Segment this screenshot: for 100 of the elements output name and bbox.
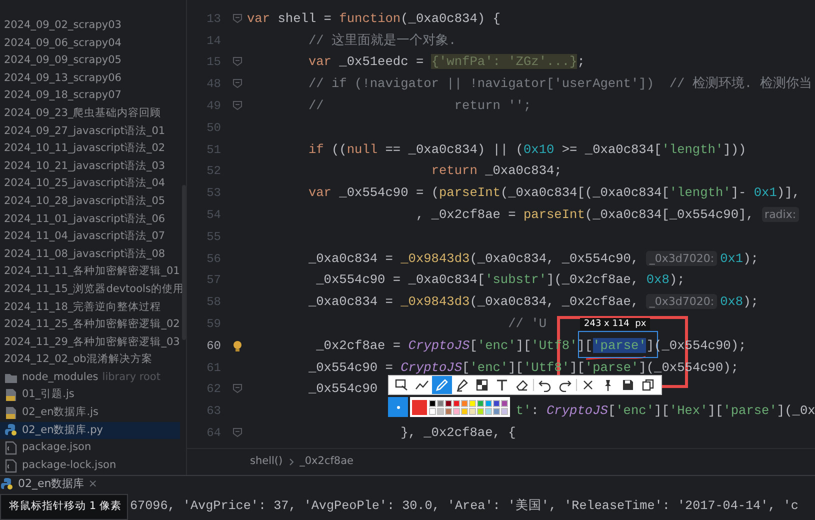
text-tool-icon [495,378,509,392]
code-line: , _0x2cf8ae = parseInt(_0xa0c834[_0x554c90], radix: [416,207,802,224]
chevron-icon [288,458,294,466]
color-swatch[interactable] [493,400,500,406]
color-swatch[interactable] [469,408,476,414]
file-name: 2024_11_25_各种加密解密逻辑_02 [4,317,180,332]
fold-icon [232,12,242,25]
file-name: 2024_11_11_各种加密解密逻辑_01 [4,264,180,280]
current-color-swatch[interactable] [412,400,427,414]
code-line: t': CryptoJS['enc']['Hex']['parse'](_0x [516,403,815,420]
file-name: 2024_10_11_javascript语法_02 [4,141,166,156]
fold-icon [232,56,242,68]
color-swatch[interactable] [429,408,436,414]
console-output: 67096, 'AvgPrice': 37, 'AvgPeoPle': 30.0, 'Area': '美国', 'ReleaseTime': '2017-04-14', 'c [130,498,800,515]
file-tree-item[interactable]: 01_引题.js [0,386,180,404]
fold-icon [232,383,242,396]
file-name: 2024_09_23_爬虫基础内容回顾 [4,106,162,121]
file-name: 2024_11_08_javascript语法_08 [4,246,166,262]
color-swatch[interactable] [445,408,452,414]
file-tree-item[interactable]: 2024_09_18_scrapy07 [0,87,180,105]
code-line: // 这里面就是一个对象. [308,32,456,49]
file-tree-item[interactable]: 2024_10_11_javascript语法_02 [0,140,180,158]
file-name: 2024_09_06_scrapy04 [4,36,122,51]
file-tree-item[interactable]: 02_en数据库.js [0,404,180,422]
file-tree-item[interactable]: 02_en数据库.py [0,422,180,440]
color-swatch[interactable] [461,400,468,406]
color-swatch[interactable] [429,400,436,406]
color-swatch[interactable] [461,408,468,414]
file-tree-item[interactable]: 2024_09_23_爬虫基础内容回顾 [0,104,180,123]
file-tree-item[interactable]: 2024_10_28_javascript语法_05 [0,192,180,211]
color-swatch[interactable] [501,400,508,406]
file-tree-item[interactable]: 2024_11_29_各种加密解密逻辑_03 [0,334,180,352]
file-name: 01_引题.js [22,387,74,402]
size-label: 243 x 114 px [580,318,650,330]
file-tree-item[interactable]: 2024_11_08_javascript语法_08 [0,246,180,264]
file-name: 02_en数据库.js [22,405,98,420]
file-name: node_modules [22,370,98,385]
file-tree-item[interactable]: 2024_11_04_javascript语法_07 [0,228,180,246]
code-line: }, _0x2cf8ae, { [400,425,516,442]
file-tree-item[interactable]: package-lock.json [0,456,180,474]
python-file-icon [0,477,14,491]
file-tree-item[interactable]: 2024_09_09_scrapy05 [0,52,180,70]
color-swatch[interactable] [437,400,444,406]
file-name: 2024_12_02_ob混淆解决方案 [4,352,152,368]
library-root-note: library root [102,370,160,385]
code-line: if ((null == _0xa0c834) || (0x10 >= _0xa0c834['length'])) [308,142,746,158]
mosaic-tool-icon [475,378,489,392]
redo-icon [558,378,572,392]
json-file-icon [4,441,18,456]
file-tree-item[interactable]: 2024_11_01_javascript语法_06 [0,210,180,228]
color-swatch[interactable] [477,408,484,414]
color-swatch[interactable] [453,400,460,406]
file-tree-item[interactable]: 2024_12_02_ob混淆解决方案 [0,351,180,369]
code-line: _0x554c90 [308,381,378,398]
save-icon [621,378,635,392]
lightbulb-icon [232,340,242,352]
code-line: var shell = function(_0xa0c834) { [247,10,500,27]
file-name: 2024_09_18_scrapy07 [4,88,122,104]
color-swatch[interactable] [485,400,492,406]
code-line: // return ''; [308,98,532,114]
pen-tool-button[interactable] [432,376,452,394]
file-tree-item[interactable]: 2024_11_11_各种加密解密逻辑_01 [0,263,180,281]
run-tab[interactable]: 02_en数据库 [18,476,84,492]
close-tab-button[interactable]: × [88,476,98,492]
breadcrumb-item[interactable]: shell() [250,454,283,470]
file-tree-item[interactable]: 2024_10_21_javascript语法_03 [0,158,180,176]
file-tree-item[interactable]: node_modules library root [0,368,180,386]
file-tree-item[interactable]: 2024_09_13_scrapy06 [0,70,180,88]
polyline-tool-icon [415,378,429,392]
eraser-icon [515,378,529,392]
code-line: var _0x554c90 = (parseInt(_0xa0c834[(_0xa0c834['length']- 0x1)], [308,185,800,202]
color-swatch[interactable] [493,408,500,414]
breadcrumb-item[interactable]: _0x2cf8ae [300,454,354,470]
code-line: // 'U [508,316,547,332]
file-tree-item[interactable]: 2024_10_25_javascript语法_04 [0,175,180,193]
undo-icon [538,378,552,392]
file-name: 2024_11_18_完善逆向整体过程 [4,300,162,314]
color-swatch[interactable] [477,400,484,406]
color-swatch[interactable] [437,408,444,414]
color-swatch[interactable] [445,400,452,406]
file-tree-item[interactable]: package.json [0,439,180,457]
file-tree-item[interactable]: 2024_11_25_各种加密解密逻辑_02 [0,316,180,334]
marker-tool-icon [455,378,469,392]
color-swatch[interactable] [469,400,476,406]
file-tree-item[interactable]: 2024_09_02_scrapy03 [0,17,180,35]
file-name: 2024_09_02_scrapy03 [4,18,122,33]
color-swatch[interactable] [485,408,492,414]
color-swatch[interactable] [501,408,508,414]
code-line: var _0x51eedc = {'wnfPa': 'ZGz'...}; [308,54,585,70]
code-line: _0xa0c834 = _0x9843d3(_0xa0c834, _0x554c90, _0x3d7020: 0x1); [308,250,758,267]
js-file-icon [4,406,18,420]
file-tree-item[interactable]: 2024_09_27_javascript语法_01 [0,122,180,140]
tooltip: 将鼠标指针移动 1 像素 [0,494,128,520]
file-tree-item[interactable]: 2024_09_06_scrapy04 [0,34,180,52]
js-file-icon [4,388,18,402]
file-name: 2024_10_28_javascript语法_05 [4,194,166,209]
color-swatch[interactable] [453,408,460,414]
file-name: 2024_10_25_javascript语法_04 [4,176,166,192]
file-name: 2024_09_13_scrapy06 [4,70,122,86]
file-tree-item[interactable]: 2024_11_18_完善逆向整体过程 [0,298,180,316]
